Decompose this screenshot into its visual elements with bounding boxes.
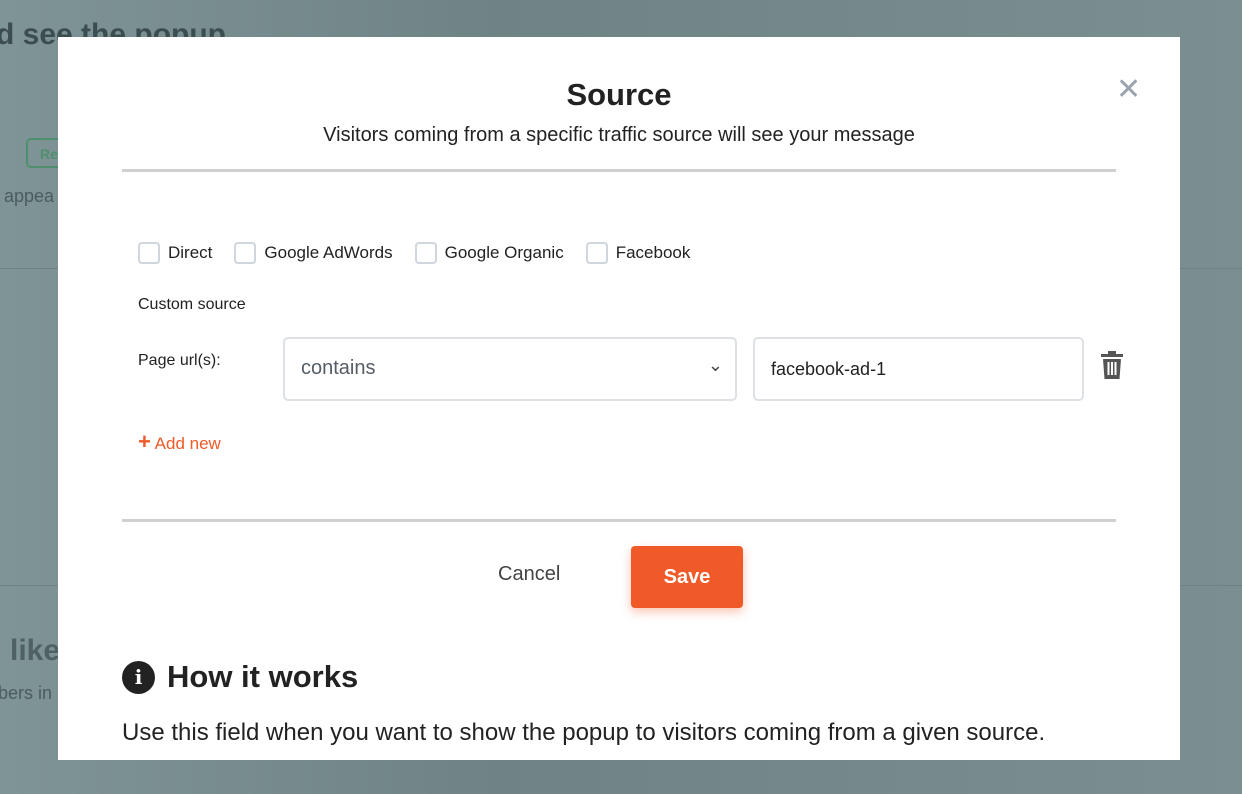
modal-title: Source [566, 77, 672, 112]
custom-source-label: Custom source [138, 296, 246, 313]
how-it-works-heading: i How it works [122, 659, 358, 695]
page-url-label: Page url(s): [138, 352, 221, 369]
divider [122, 519, 1116, 522]
checkbox-icon[interactable] [414, 242, 437, 264]
add-new-button[interactable]: + Add new [138, 429, 221, 455]
how-it-works-text: Use this field when you want to show the… [122, 719, 1046, 746]
add-new-label: Add new [154, 434, 221, 453]
bg-heading2: like [10, 634, 61, 667]
checkbox-label: Facebook [615, 243, 691, 262]
info-icon: i [122, 660, 155, 694]
save-button[interactable]: Save [631, 546, 743, 608]
plus-icon: + [138, 429, 151, 454]
checkbox-google-adwords[interactable]: Google AdWords [234, 242, 393, 264]
divider [122, 169, 1116, 172]
close-icon[interactable]: ✕ [1116, 75, 1141, 105]
checkbox-icon[interactable] [234, 242, 257, 264]
how-title: How it works [167, 659, 359, 694]
checkbox-label: Google Organic [444, 243, 564, 262]
checkbox-direct[interactable]: Direct [138, 242, 212, 264]
trash-icon[interactable] [1100, 351, 1124, 384]
checkbox-icon[interactable] [138, 242, 160, 264]
source-modal: Source Visitors coming from a specific t… [58, 37, 1180, 760]
bg-text: appea [4, 186, 55, 206]
modal-subtitle: Visitors coming from a specific traffic … [323, 124, 915, 146]
select-value: contains [301, 357, 376, 379]
source-checkboxes: Direct Google AdWords Google Organic Fac… [138, 242, 712, 264]
match-type-select[interactable]: contains ⌄ [283, 337, 737, 401]
chevron-down-icon: ⌄ [707, 355, 723, 375]
checkbox-google-organic[interactable]: Google Organic [414, 242, 564, 264]
checkbox-label: Google AdWords [264, 243, 393, 262]
url-input[interactable]: facebook-ad-1 [753, 337, 1084, 401]
checkbox-facebook[interactable]: Facebook [585, 242, 691, 264]
checkbox-label: Direct [168, 243, 213, 262]
cancel-button[interactable]: Cancel [498, 563, 560, 586]
bg-text2: bers in [0, 683, 53, 703]
checkbox-icon[interactable] [585, 242, 608, 264]
